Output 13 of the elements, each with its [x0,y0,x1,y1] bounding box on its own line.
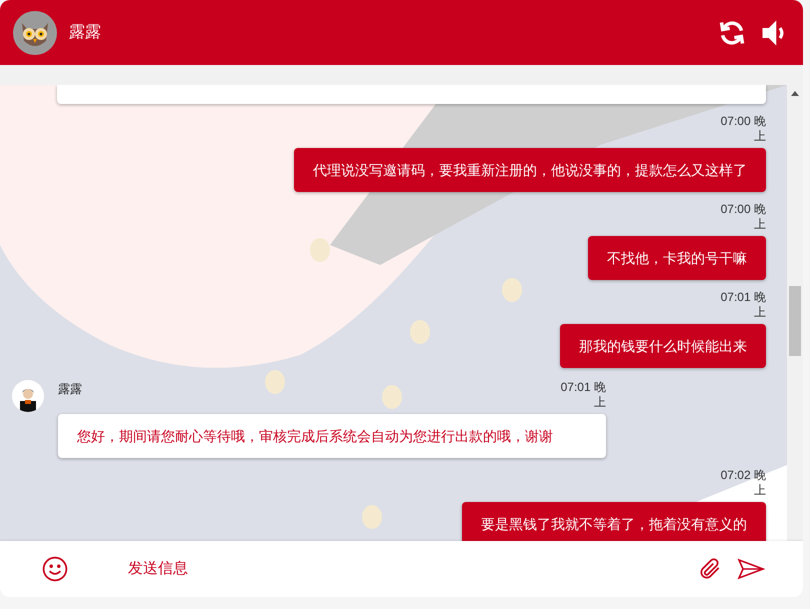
message-time: 07:01 晚上 [560,380,606,410]
message-bubble: 代理说没写邀请码，要我重新注册的，他说没事的，提款怎么又这样了 [294,148,766,192]
agent-name: 露露 [69,22,101,42]
message-time: 07:00 晚上 [720,114,766,144]
message-time: 07:00 晚上 [720,202,766,232]
agent-name: 露露 [58,381,82,398]
message-time: 07:01 晚上 [720,290,766,320]
message-bubble: 您好，期间请您耐心等待哦，审核完成后系统会自动为您进行出款的哦，谢谢 [58,414,606,458]
message-bubble: 那我的钱要什么时候能出来 [560,324,766,368]
message-bubble: 不找他，卡我的号干嘛 [588,236,766,280]
message-input[interactable]: 发送信息 [128,558,697,580]
message-time: 07:02 晚上 [720,468,766,498]
message-bubble: 要是黑钱了我就不等着了，拖着没有意义的 [462,502,766,541]
